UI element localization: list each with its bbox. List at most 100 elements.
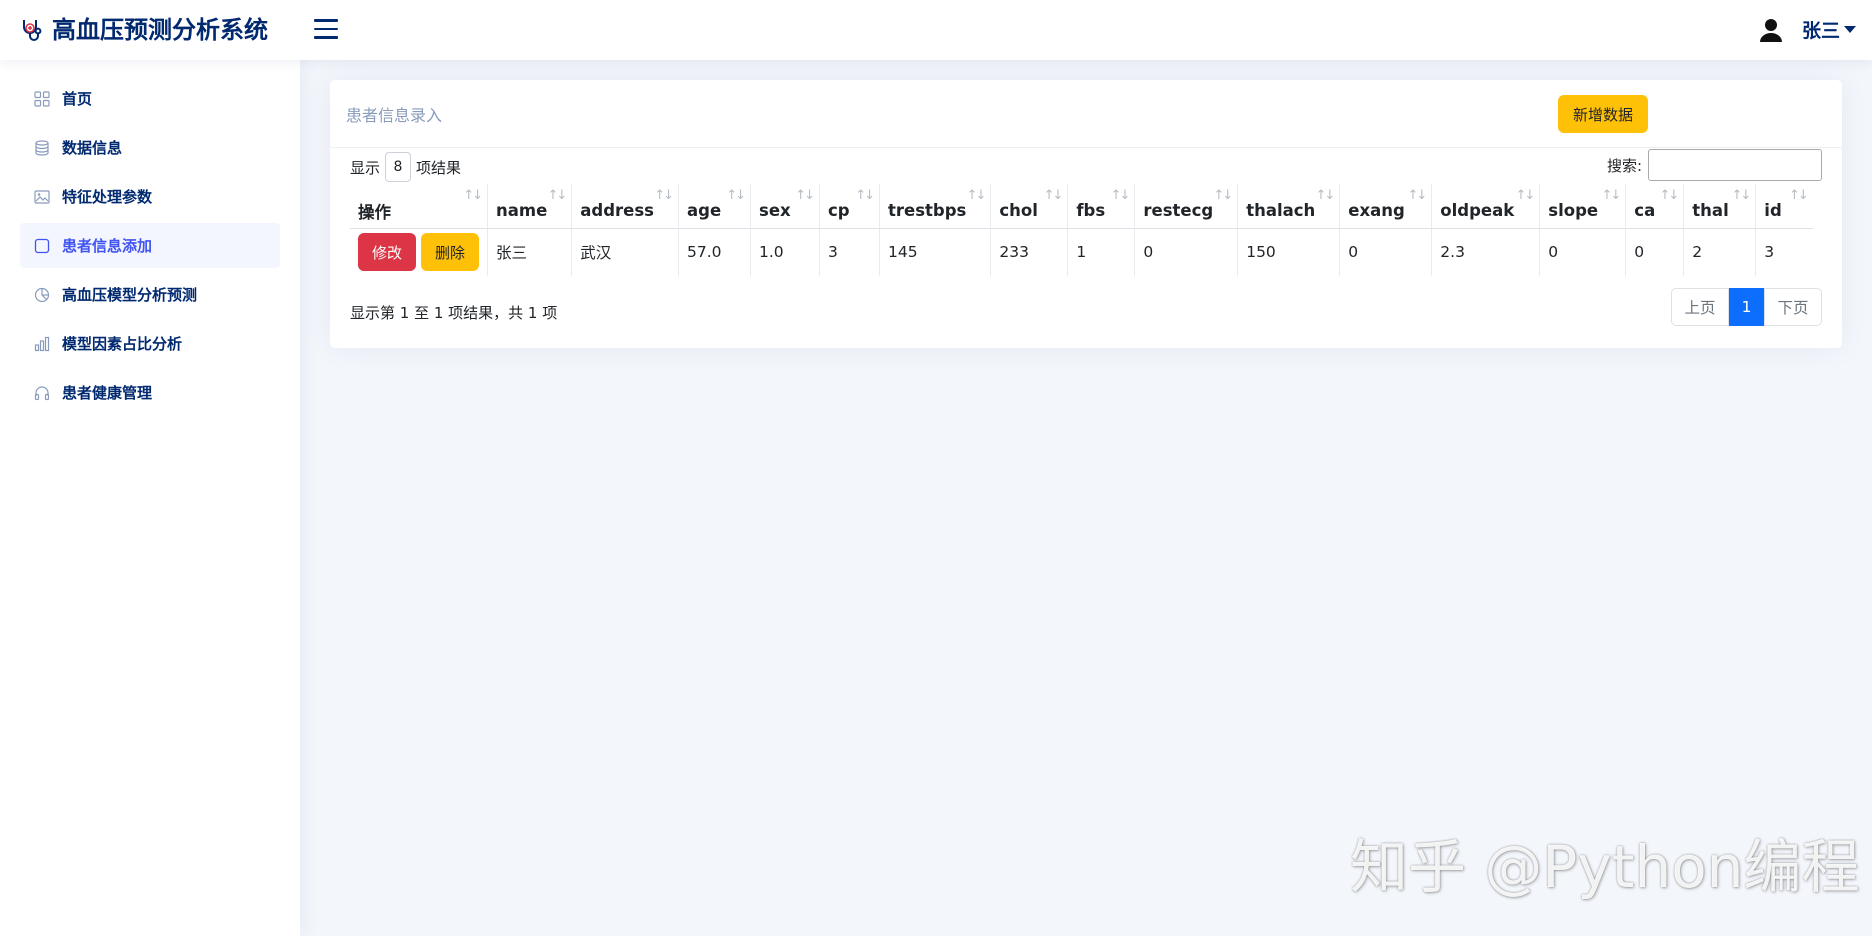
column-label: cp [828,201,850,221]
column-header[interactable]: sex ↑↓ [750,184,820,229]
sidebar-item-factor-analysis[interactable]: 模型因素占比分析 [20,321,280,366]
table-cell: 233 [990,228,1069,276]
column-label: address [580,201,654,221]
sidebar-item-label: 首页 [62,90,93,108]
column-header[interactable]: id ↑↓ [1755,184,1813,229]
column-header[interactable]: exang ↑↓ [1339,184,1433,229]
sort-icon: ↑↓ [547,188,567,203]
image-icon [34,189,50,204]
table-cell: 0 [1625,228,1685,276]
sort-icon: ↑↓ [1789,188,1809,203]
table-cell: 武汉 [571,228,679,276]
logo[interactable]: 高血压预测分析系统 [20,14,268,46]
bar-chart-icon [34,336,50,351]
column-header[interactable]: age ↑↓ [678,184,751,229]
sort-icon: ↑↓ [1213,188,1233,203]
column-header[interactable]: fbs ↑↓ [1067,184,1136,229]
sort-icon: ↑↓ [1315,188,1336,203]
sidebar-item-label: 数据信息 [62,139,123,157]
column-header[interactable]: thalach ↑↓ [1237,184,1341,229]
sidebar-item-label: 特征处理参数 [62,188,153,206]
column-label: trestbps [888,201,967,221]
column-label: restecg [1143,201,1214,221]
sidebar-item-home[interactable]: 首页 [20,76,280,121]
column-header[interactable]: name ↑↓ [487,184,573,229]
app-title: 高血压预测分析系统 [52,16,268,44]
column-header[interactable]: 操作 ↑↓ [350,184,488,229]
sidebar-item-data-info[interactable]: 数据信息 [20,125,280,170]
pie-chart-icon [34,287,50,302]
table-row: 修改 删除 张三 武汉 57.0 1.0 3 145 233 1 0 150 0 … [350,228,1813,276]
sidebar-item-health-management[interactable]: 患者健康管理 [20,370,280,415]
column-label: exang [1348,201,1405,221]
table-cell: 0 [1339,228,1433,276]
column-label: fbs [1076,201,1106,221]
length-prefix: 显示 [350,158,381,177]
table-cell: 2 [1683,228,1757,276]
search-control: 搜索: [1607,149,1822,181]
delete-button[interactable]: 删除 [421,233,479,272]
patient-table: 操作 ↑↓ name ↑↓ address ↑↓ age ↑↓ sex ↑↓ cp ↑↓ t… [350,184,1813,276]
page-length-control: 显示 8 项结果 [350,152,461,182]
column-label: age [687,201,722,221]
table-cell: 3 [819,228,880,276]
column-header[interactable]: slope ↑↓ [1539,184,1627,229]
column-label: sex [759,201,791,221]
patient-info-card: 患者信息录入 新增数据 显示 8 项结果 搜索: 操作 ↑↓ name ↑↓ add… [330,80,1842,348]
watermark: 知乎 @Python编程 [1350,833,1860,901]
sidebar-item-patient-add[interactable]: 患者信息添加 [20,223,280,268]
length-suffix: 项结果 [416,158,462,177]
prev-page-button[interactable]: 上页 [1671,288,1729,326]
table-cell: 2.3 [1431,228,1541,276]
next-page-button[interactable]: 下页 [1764,288,1822,326]
sidebar-item-label: 患者信息添加 [62,237,153,255]
sort-icon: ↑↓ [795,188,815,203]
sort-icon: ↑↓ [1110,188,1131,203]
search-label: 搜索: [1606,156,1642,175]
column-header[interactable]: restecg ↑↓ [1134,184,1239,229]
database-icon [35,139,49,156]
grid-icon [34,90,50,107]
column-header[interactable]: address ↑↓ [571,184,679,229]
table-cell: 57.0 [678,228,751,276]
sidebar-item-label: 高血压模型分析预测 [62,286,198,304]
headphones-icon [34,385,50,400]
column-header[interactable]: trestbps ↑↓ [879,184,992,229]
sort-icon: ↑↓ [1407,188,1428,203]
sidebar-item-feature-params[interactable]: 特征处理参数 [20,174,280,219]
column-header[interactable]: oldpeak ↑↓ [1431,184,1541,229]
column-label: thal [1692,201,1729,221]
page-length-select[interactable]: 8 [385,152,412,182]
stethoscope-icon [23,20,42,41]
table-cell: 3 [1764,243,1775,262]
column-label: oldpeak [1440,201,1515,221]
column-header[interactable]: ca ↑↓ [1625,184,1685,229]
table-cell: 150 [1237,228,1341,276]
chevron-down-icon [1844,26,1856,33]
sort-icon: ↑↓ [1601,188,1622,203]
sort-icon: ↑↓ [1043,188,1064,203]
column-header[interactable]: cp ↑↓ [819,184,880,229]
card-header: 患者信息录入 新增数据 [330,80,1842,148]
column-header[interactable]: thal ↑↓ [1683,184,1757,229]
user-menu[interactable]: 张三 [1759,16,1856,43]
square-icon [34,238,50,253]
sort-icon: ↑↓ [1731,188,1752,203]
sort-icon: ↑↓ [726,188,746,203]
page-1-button[interactable]: 1 [1729,288,1764,326]
sort-icon: ↑↓ [654,188,674,203]
edit-button[interactable]: 修改 [358,233,416,272]
add-data-button[interactable]: 新增数据 [1558,95,1648,133]
sidebar-item-model-prediction[interactable]: 高血压模型分析预测 [20,272,280,317]
column-label: thalach [1246,201,1316,221]
column-label: 操作 [358,202,391,222]
table-cell: 1.0 [750,228,820,276]
sidebar-item-label: 患者健康管理 [62,384,153,402]
sidebar: 首页 数据信息 特征处理参数 患者信息添加 高血压模型分析预测 模型因素占比分析… [0,60,300,936]
table-info: 显示第 1 至 1 项结果，共 1 项 [350,304,558,322]
table-cell: 张三 [487,228,573,276]
column-header[interactable]: chol ↑↓ [990,184,1069,229]
search-input[interactable] [1648,149,1822,181]
actions-cell: 修改 删除 [350,228,488,276]
menu-toggle-icon[interactable] [314,19,338,41]
